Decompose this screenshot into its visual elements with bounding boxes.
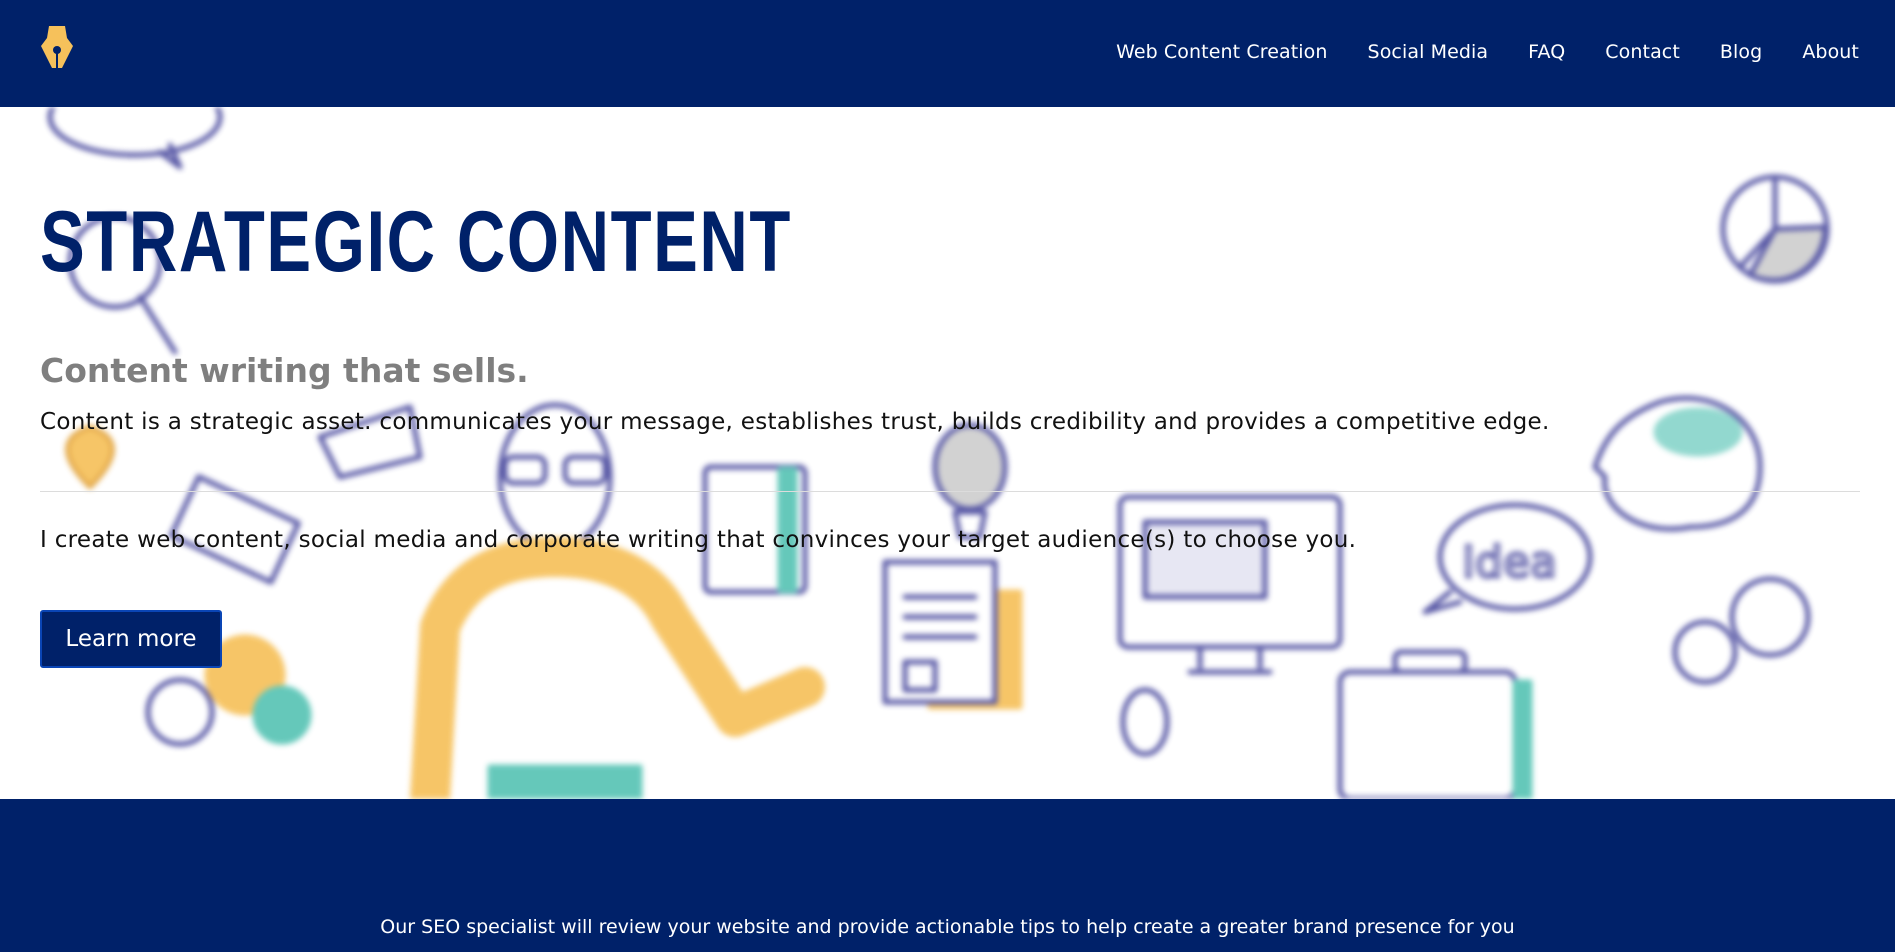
nav-contact[interactable]: Contact (1605, 41, 1680, 63)
seo-banner: Our SEO specialist will review your webs… (0, 799, 1895, 952)
page-title: STRATEGIC CONTENT (40, 194, 792, 290)
hero-section: Idea STRATEGIC CONTENT Content writing t… (0, 107, 1895, 799)
main-nav: Web Content Creation Social Media FAQ Co… (1116, 41, 1859, 63)
nav-faq[interactable]: FAQ (1528, 41, 1565, 63)
svg-text:Idea: Idea (1462, 537, 1557, 588)
learn-more-button[interactable]: Learn more (40, 610, 222, 668)
hero-tagline: Content writing that sells. (40, 351, 529, 390)
site-header: Web Content Creation Social Media FAQ Co… (0, 0, 1895, 107)
seo-banner-text: Our SEO specialist will review your webs… (380, 916, 1515, 938)
fountain-pen-nib-icon[interactable] (40, 24, 74, 74)
nav-social-media[interactable]: Social Media (1368, 41, 1489, 63)
hero-body-text: I create web content, social media and c… (40, 527, 1357, 553)
nav-blog[interactable]: Blog (1720, 41, 1762, 63)
nav-about[interactable]: About (1802, 41, 1859, 63)
nav-web-content-creation[interactable]: Web Content Creation (1116, 41, 1327, 63)
hero-lead-text: Content is a strategic asset. communicat… (40, 409, 1550, 435)
divider (40, 491, 1860, 492)
